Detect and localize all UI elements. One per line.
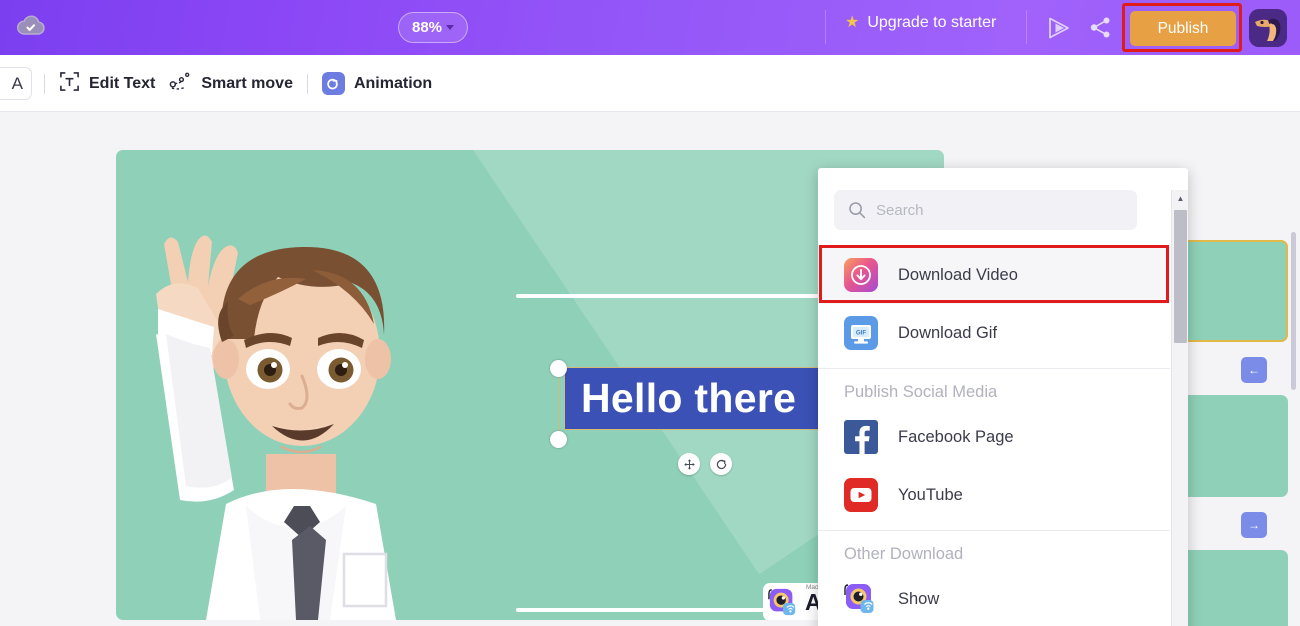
download-gif-icon: GIF	[844, 316, 878, 350]
dropdown-item-download-video[interactable]: Download Video	[818, 246, 1170, 304]
edit-text-label: Edit Text	[89, 74, 156, 92]
section-title-other-download: Other Download	[844, 545, 964, 563]
animaker-editor-window: 88% ★ Upgrade to starter Publish A Edit …	[0, 0, 1300, 626]
show-icon	[844, 582, 878, 616]
scene-transition-button-2[interactable]: →	[1241, 512, 1267, 538]
toolbar-divider-2	[306, 73, 308, 94]
animation-label: Animation	[353, 74, 433, 92]
publish-button[interactable]: Publish	[1130, 11, 1236, 46]
smart-move-button[interactable]: Smart move	[169, 71, 293, 97]
selection-handle-top-left[interactable]	[550, 360, 567, 377]
facebook-page-label: Facebook Page	[898, 427, 1014, 446]
section-title-publish-social-media: Publish Social Media	[844, 383, 998, 401]
dropdown-item-list: Download Video GIF Download Gif Publish …	[818, 246, 1170, 626]
user-avatar[interactable]	[1249, 9, 1287, 47]
cloud-saved-icon	[16, 14, 46, 38]
share-icon[interactable]	[1088, 15, 1113, 40]
download-video-icon	[844, 258, 878, 292]
animation-icon	[321, 72, 345, 95]
text-style-badge[interactable]: A	[0, 67, 32, 100]
zoom-level-value: 88%	[412, 19, 443, 36]
download-video-label: Download Video	[898, 265, 1018, 284]
facebook-icon	[844, 420, 878, 454]
upgrade-to-starter-link[interactable]: ★ Upgrade to starter	[845, 14, 996, 32]
edit-text-button[interactable]: Edit Text	[59, 71, 155, 97]
zoom-level-selector[interactable]: 88%	[398, 12, 469, 43]
selection-edge-line	[558, 368, 559, 438]
edit-text-icon	[59, 71, 80, 97]
youtube-icon	[844, 478, 878, 512]
dropdown-search-wrapper	[834, 190, 1137, 230]
star-icon: ★	[845, 14, 860, 31]
smart-move-label: Smart move	[201, 74, 293, 92]
youtube-label: YouTube	[898, 485, 963, 504]
editor-workspace: Hello there Made ← → Search Download Vid…	[0, 112, 1300, 626]
scene-strip-scrollbar[interactable]	[1291, 232, 1296, 390]
move-handle[interactable]	[678, 453, 700, 475]
toolbar-items: Edit Text Smart move Animation	[44, 55, 432, 112]
smart-move-icon	[169, 71, 192, 97]
scene-transition-button-1[interactable]: ←	[1241, 357, 1267, 383]
publish-button-highlight: Publish	[1122, 3, 1242, 52]
dropdown-item-download-gif[interactable]: GIF Download Gif	[818, 304, 1170, 362]
play-preview-icon[interactable]	[1046, 15, 1072, 41]
top-header-bar: 88% ★ Upgrade to starter Publish	[0, 0, 1300, 55]
publish-dropdown-menu: Download Video GIF Download Gif	[818, 168, 1188, 626]
character-illustration[interactable]	[126, 154, 456, 620]
editor-toolbar: A Edit Text Smart move Animation	[0, 55, 1300, 112]
dropdown-scrollbar-thumb[interactable]	[1174, 210, 1187, 343]
svg-text:GIF: GIF	[856, 330, 867, 337]
upgrade-label: Upgrade to starter	[867, 14, 997, 31]
show-label: Show	[898, 589, 940, 608]
selection-handle-bottom-left[interactable]	[550, 431, 567, 448]
dropdown-item-show[interactable]: Show	[818, 570, 1170, 626]
animation-button[interactable]: Animation	[321, 72, 433, 95]
download-gif-label: Download Gif	[898, 323, 998, 342]
chevron-down-icon	[446, 25, 455, 30]
dropdown-item-facebook-page[interactable]: Facebook Page	[818, 408, 1170, 466]
search-icon	[848, 201, 866, 219]
animaker-logo-icon	[768, 587, 798, 617]
dropdown-item-youtube[interactable]: YouTube	[818, 466, 1170, 524]
search-input[interactable]	[834, 190, 1137, 230]
rotate-handle[interactable]	[710, 453, 732, 475]
dropdown-scrollbar[interactable]: ▲ ▼	[1171, 190, 1188, 626]
header-divider-left	[825, 10, 826, 44]
toolbar-divider-1	[44, 73, 45, 94]
header-divider-right	[1026, 10, 1027, 44]
scroll-up-arrow-icon[interactable]: ▲	[1172, 190, 1188, 207]
